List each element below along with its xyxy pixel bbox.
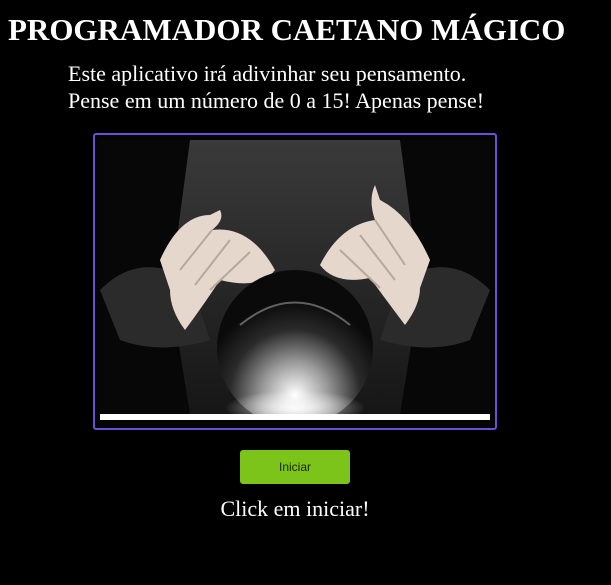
- progress-fill: [100, 414, 490, 420]
- progress-bar: [100, 414, 490, 420]
- intro-line-2: Pense em um número de 0 a 15! Apenas pen…: [68, 88, 485, 113]
- page-title: PROGRAMADOR CAETANO MÁGICO: [8, 12, 566, 47]
- start-button[interactable]: Iniciar: [240, 450, 350, 484]
- intro-line-1: Este aplicativo irá adivinhar seu pensam…: [68, 61, 467, 86]
- crystal-ball-image: [100, 140, 490, 414]
- crystal-ball-frame: [93, 133, 497, 430]
- status-message: Click em iniciar!: [220, 496, 370, 521]
- intro-text: Este aplicativo irá adivinhar seu pensam…: [68, 60, 484, 114]
